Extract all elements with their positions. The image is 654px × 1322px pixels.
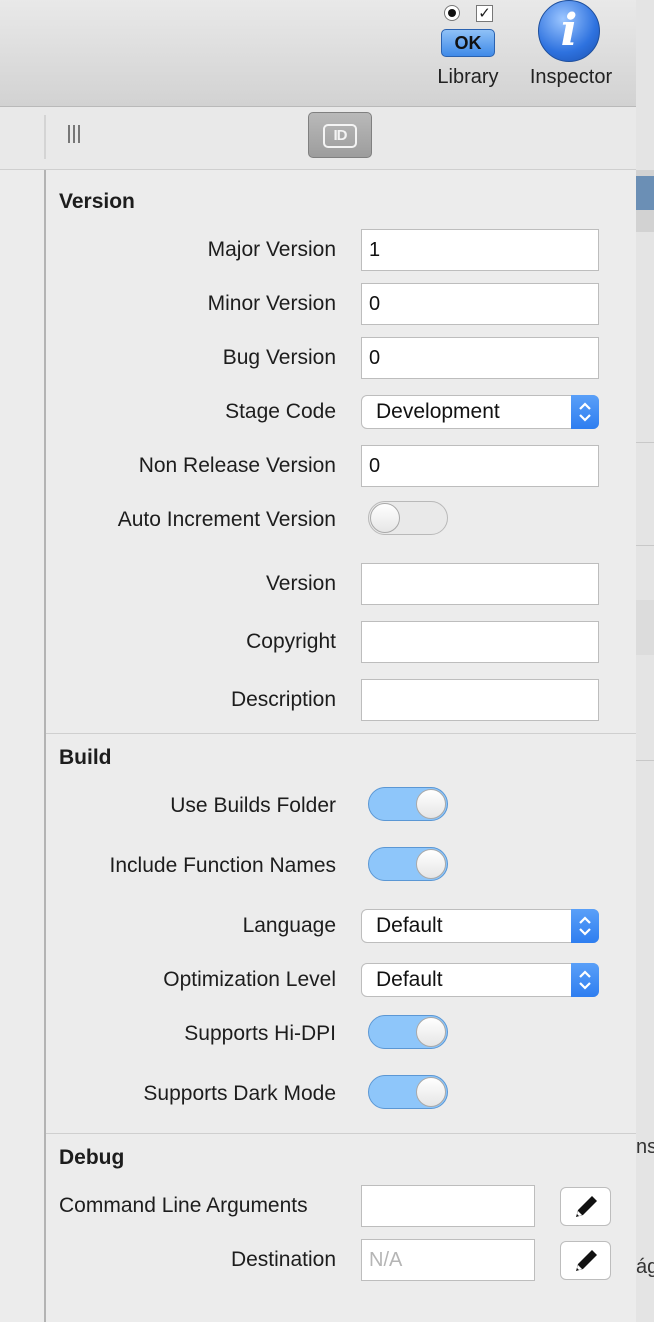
destination-field[interactable]: N/A <box>361 1239 535 1281</box>
bug-version-label: Bug Version <box>222 346 336 369</box>
tab-id[interactable]: ID <box>308 112 372 158</box>
id-icon: ID <box>323 124 357 148</box>
inspector-button[interactable]: i Inspector <box>518 0 624 100</box>
destination-label: Destination <box>230 1248 336 1271</box>
optimization-level-label: Optimization Level <box>163 968 336 991</box>
pencil-icon <box>576 1196 597 1217</box>
section-title-debug: Debug <box>59 1146 125 1169</box>
minor-version-label: Minor Version <box>207 292 336 315</box>
toggle-knob <box>416 1077 446 1107</box>
non-release-version-label: Non Release Version <box>138 454 336 477</box>
section-title-version: Version <box>59 190 135 213</box>
stage-code-value: Development <box>376 400 500 423</box>
edge-divider <box>636 760 654 761</box>
pencil-icon <box>576 1250 597 1271</box>
library-button[interactable]: ✓ OK Library <box>426 0 510 100</box>
section-divider <box>46 1133 636 1134</box>
bug-version-field[interactable]: 0 <box>361 337 599 379</box>
copyright-field[interactable] <box>361 621 599 663</box>
language-popup[interactable]: Default <box>361 909 599 943</box>
toolbar: ✓ OK Library i Inspector <box>0 0 636 107</box>
edge-text: ág <box>636 1256 654 1278</box>
section-divider <box>46 733 636 734</box>
include-function-names-label: Include Function Names <box>109 854 336 877</box>
non-release-version-field[interactable]: 0 <box>361 445 599 487</box>
edge-block <box>636 600 654 655</box>
toggle-knob <box>416 1017 446 1047</box>
major-version-field[interactable]: 1 <box>361 229 599 271</box>
section-title-build: Build <box>59 746 112 769</box>
language-label: Language <box>242 914 336 937</box>
hidpi-toggle[interactable] <box>368 1015 448 1049</box>
chevron-updown-icon <box>571 963 599 997</box>
splitter-handle[interactable] <box>44 115 46 159</box>
chevron-updown-icon <box>571 909 599 943</box>
stage-code-label: Stage Code <box>225 400 336 423</box>
toggle-knob <box>416 789 446 819</box>
command-line-arguments-field[interactable] <box>361 1185 535 1227</box>
ok-button-icon: OK <box>441 29 495 57</box>
stage-code-popup[interactable]: Development <box>361 395 599 429</box>
chevron-updown-icon <box>571 395 599 429</box>
edit-destination-button[interactable] <box>560 1241 611 1280</box>
optimization-level-value: Default <box>376 968 443 991</box>
dark-mode-label: Supports Dark Mode <box>143 1082 336 1105</box>
library-icon: ✓ OK <box>440 2 496 58</box>
auto-increment-label: Auto Increment Version <box>117 508 336 531</box>
inspector-tab-strip: ID <box>0 107 636 170</box>
minor-version-field[interactable]: 0 <box>361 283 599 325</box>
info-icon: i <box>538 0 600 62</box>
inspector-label: Inspector <box>529 66 613 88</box>
language-value: Default <box>376 914 443 937</box>
edge-selection <box>636 176 654 210</box>
left-gutter <box>0 170 46 1322</box>
major-version-label: Major Version <box>207 238 336 261</box>
version-string-label: Version <box>265 572 336 595</box>
toggle-knob <box>370 503 400 533</box>
library-label: Library <box>437 66 499 88</box>
use-builds-folder-label: Use Builds Folder <box>170 794 336 817</box>
edge-divider <box>636 442 654 443</box>
optimization-level-popup[interactable]: Default <box>361 963 599 997</box>
edit-arguments-button[interactable] <box>560 1187 611 1226</box>
include-function-names-toggle[interactable] <box>368 847 448 881</box>
radio-icon <box>444 5 460 21</box>
use-builds-folder-toggle[interactable] <box>368 787 448 821</box>
grip-icon[interactable] <box>68 125 84 145</box>
auto-increment-toggle[interactable] <box>368 501 448 535</box>
description-label: Description <box>230 688 336 711</box>
background-window-edge: ns ág <box>636 0 654 1322</box>
edge-text: ns <box>636 1136 654 1158</box>
command-line-arguments-label: Command Line Arguments <box>59 1194 308 1217</box>
description-field[interactable] <box>361 679 599 721</box>
version-string-field[interactable] <box>361 563 599 605</box>
inspector-panel: Version Major Version 1 Minor Version 0 … <box>46 170 636 1322</box>
checkbox-icon: ✓ <box>476 5 493 22</box>
toggle-knob <box>416 849 446 879</box>
dark-mode-toggle[interactable] <box>368 1075 448 1109</box>
copyright-label: Copyright <box>246 630 336 653</box>
hidpi-label: Supports Hi-DPI <box>184 1022 336 1045</box>
edge-divider <box>636 545 654 546</box>
